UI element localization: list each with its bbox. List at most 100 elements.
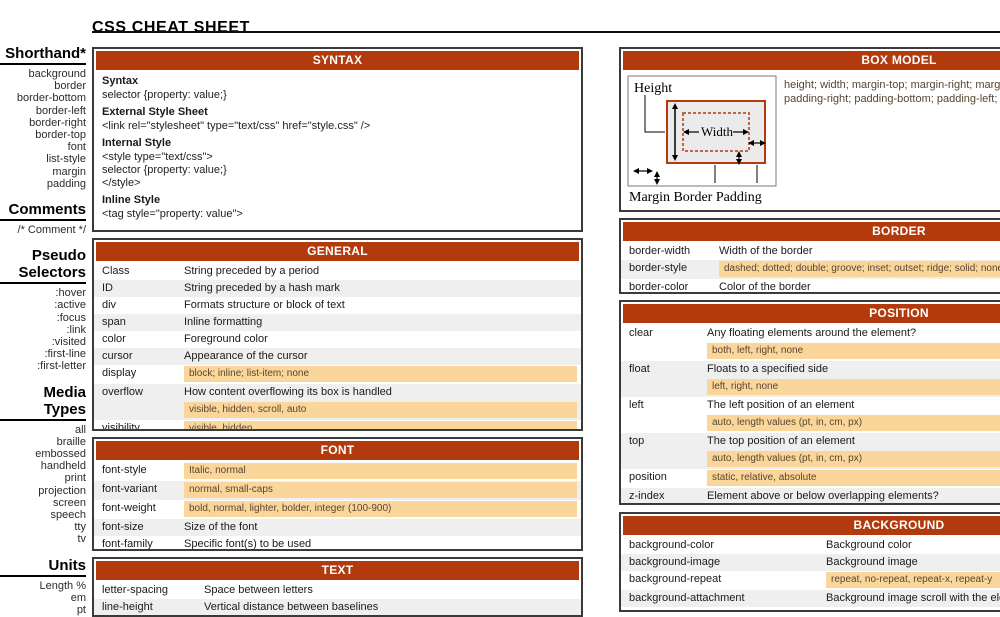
property-values: normal, small-caps [184,482,577,498]
table-row: background-colorBackground color [621,537,1000,554]
table-row: font-styleItalic, normal [94,462,581,481]
box-model-summary-line: height; width; margin-top; margin-right;… [784,78,1000,92]
property-description: Foreground color [184,331,577,348]
table-row: background-repeatrepeat, no-repeat, repe… [621,571,1000,590]
sidebar-item: :hover [0,287,86,299]
property-cell: Background image scroll with the element [826,590,1000,607]
property-description: Any floating elements around the element… [707,325,1000,342]
table-row: border-colorColor of the border [621,279,1000,294]
property-name: font-variant [94,481,184,498]
table-row: font-sizeSize of the font [94,519,581,536]
sidebar-item: border-bottom [0,92,86,104]
syntax-entry-code: <tag style="property: value"> [94,208,581,222]
sidebar-section: Media Typesallbrailleembossedhandheldpri… [0,384,86,546]
property-cell: Size of the font [184,519,581,536]
property-name: background-attachment [621,590,826,607]
table-row: displayblock; inline; list-item; none [94,365,581,384]
table-row: floatFloats to a specified sideleft, rig… [621,361,1000,397]
property-name: span [94,314,184,331]
property-name: display [94,365,184,382]
section-syntax: SYNTAX Syntaxselector {property: value;}… [92,47,583,232]
sidebar-item: border-top [0,129,86,141]
property-values: auto, length values (pt, in, cm, px) [707,415,1000,431]
property-description: The left position of an element [707,397,1000,414]
property-cell: Inline formatting [184,314,581,331]
property-name: font-family [94,536,184,551]
syntax-entry-label: External Style Sheet [94,103,581,120]
sidebar-item: tty [0,521,86,533]
property-name: overflow [94,384,184,401]
property-values: auto, length values (pt, in, cm, px) [707,451,1000,467]
property-values: visible, hidden [184,421,577,431]
syntax-entry-label: Inline Style [94,191,581,208]
table-row: clearAny floating elements around the el… [621,325,1000,361]
table-row: background-imageBackground image [621,554,1000,571]
property-cell: normal, small-caps [184,481,581,500]
property-values: both, left, right, none [707,343,1000,359]
property-description: The top position of an element [707,433,1000,450]
property-name: div [94,297,184,314]
position-table: clearAny floating elements around the el… [621,325,1000,505]
sidebar-item: all [0,424,86,436]
text-table: letter-spacingSpace between lettersline-… [94,582,581,616]
property-cell: Space between letters [204,582,581,599]
section-general: GENERAL ClassString preceded by a period… [92,238,583,431]
section-header: FONT [96,441,579,460]
syntax-body: Syntaxselector {property: value;}Externa… [94,72,581,222]
property-description: Inline formatting [184,314,577,331]
property-values: left, right, none [707,379,1000,395]
sidebar-item: :first-letter [0,360,86,372]
page-title: CSS CHEAT SHEET [92,19,250,37]
table-row: spanInline formatting [94,314,581,331]
sidebar-section: Pseudo Selectors:hover:active:focus:link… [0,247,86,372]
table-row: divFormats structure or block of text [94,297,581,314]
syntax-entry-label: Syntax [94,72,581,89]
sidebar-heading: Units [0,557,86,577]
property-description: Element above or below overlapping eleme… [707,488,1000,505]
table-row: z-indexElement above or below overlappin… [621,488,1000,505]
property-description: Space between letters [204,582,577,599]
section-header: TEXT [96,561,579,580]
property-name: color [94,331,184,348]
height-label: Height [634,81,672,96]
property-name: background-repeat [621,571,826,588]
property-name: ID [94,280,184,297]
section-background: BACKGROUND background-colorBackground co… [619,512,1000,612]
sidebar-item: :focus [0,312,86,324]
sidebar-heading: Shorthand* [0,45,86,65]
property-cell: Floats to a specified sideleft, right, n… [707,361,1000,397]
sidebar-item: /* Comment */ [0,224,86,236]
property-values: block; inline; list-item; none [184,366,577,382]
property-description: Color of the border [719,279,1000,294]
property-values: bold, normal, lighter, bolder, integer (… [184,501,577,517]
property-cell: Foreground color [184,331,581,348]
property-name: clear [621,325,707,342]
property-name: visibility [94,420,184,431]
property-cell: Formats structure or block of text [184,297,581,314]
section-header: BOX MODEL [623,51,1000,70]
property-cell: Appearance of the cursor [184,348,581,365]
box-model-diagram: Height Width [627,75,777,187]
sidebar-item: tv [0,533,86,545]
table-row: visibilityvisible, hidden [94,420,581,431]
property-cell: Vertical distance between baselines [204,599,581,616]
property-name: letter-spacing [94,582,204,599]
table-row: background-attachmentBackground image sc… [621,590,1000,607]
sidebar-item: background [0,68,86,80]
property-cell: static, relative, absolute [707,469,1000,488]
title-underline [92,31,1000,33]
box-model-body: Height Width Marg [621,72,1000,212]
sidebar-section: UnitsLength %empt [0,557,86,617]
table-row: ClassString preceded by a period [94,263,581,280]
property-description: Formats structure or block of text [184,297,577,314]
section-header: BORDER [623,222,1000,241]
sidebar-item: :visited [0,336,86,348]
sidebar-item: print [0,472,86,484]
general-table: ClassString preceded by a periodIDString… [94,263,581,431]
property-name: font-style [94,462,184,479]
property-name: background-color [621,537,826,554]
property-name: border-width [621,243,719,260]
section-box-model: BOX MODEL Height Width [619,47,1000,212]
property-name: font-size [94,519,184,536]
sidebar-item: :link [0,324,86,336]
